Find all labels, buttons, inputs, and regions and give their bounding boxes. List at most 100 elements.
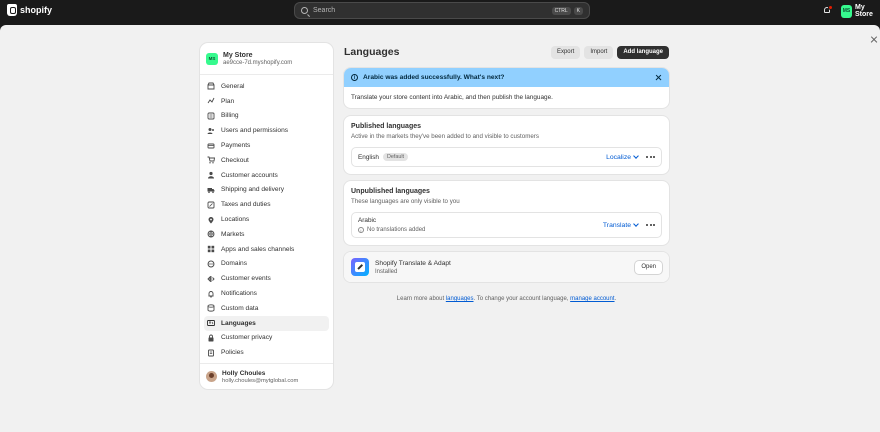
sidebar-store-avatar: MS — [206, 52, 218, 65]
plan-icon — [207, 97, 215, 105]
sidebar-item-label: Shipping and delivery — [221, 186, 285, 194]
sidebar-item-label: General — [221, 82, 245, 90]
sidebar-item-notifications[interactable]: Notifications — [204, 286, 329, 301]
more-actions-icon[interactable] — [646, 224, 655, 226]
close-settings-icon[interactable] — [869, 35, 879, 45]
localize-button[interactable]: Localize — [606, 153, 639, 161]
published-title: Published languages — [351, 123, 422, 130]
export-button[interactable]: Export — [550, 45, 581, 59]
shopify-bag-icon — [7, 4, 17, 16]
language-name: Arabic — [358, 217, 377, 224]
sidebar-user[interactable]: Holly Choules holly.choules@mytglobal.co… — [200, 363, 333, 389]
brand-name: shopify — [20, 5, 53, 15]
sidebar-item-apps-and-sales-channels[interactable]: Apps and sales channels — [204, 242, 329, 257]
shortcut-key-k: K — [573, 6, 583, 15]
sidebar-item-plan[interactable]: Plan — [204, 94, 329, 109]
info-icon: i — [351, 74, 358, 81]
globe-icon — [207, 230, 215, 238]
data-icon — [207, 304, 215, 312]
search-bar[interactable]: Search CTRL K — [294, 2, 590, 19]
default-badge: Default — [382, 153, 409, 161]
sidebar-item-label: Billing — [221, 112, 239, 120]
sidebar-item-label: Custom data — [221, 304, 259, 312]
sidebar-item-customer-accounts[interactable]: Customer accounts — [204, 168, 329, 183]
sidebar-item-checkout[interactable]: Checkout — [204, 153, 329, 168]
unpublished-languages-card: Unpublished languages These languages ar… — [344, 181, 669, 245]
language-row-english: English Default Localize — [351, 147, 662, 167]
dismiss-banner-icon[interactable] — [655, 74, 662, 81]
sidebar-item-label: Customer events — [221, 275, 271, 283]
apps-icon — [207, 245, 215, 253]
billing-icon — [207, 112, 215, 120]
sidebar-item-policies[interactable]: Policies — [204, 345, 329, 360]
sidebar-item-billing[interactable]: Billing — [204, 109, 329, 124]
shortcut-key-ctrl: CTRL — [551, 6, 571, 15]
store-name: My Store — [855, 4, 873, 18]
store-menu[interactable]: MS My Store — [841, 4, 880, 18]
translate-app-card: Shopify Translate & Adapt Installed Open — [344, 252, 669, 282]
settings-panel: MS My Store ae9cce-7d.myshopify.com Gene… — [0, 25, 880, 432]
sidebar-item-customer-events[interactable]: Customer events — [204, 271, 329, 286]
sidebar-store-header[interactable]: MS My Store ae9cce-7d.myshopify.com — [200, 43, 333, 75]
sidebar-item-label: Payments — [221, 142, 251, 150]
success-banner-card: i Arabic was added successfully. What's … — [344, 68, 669, 108]
footer-text: Learn more about — [396, 296, 446, 302]
banner-body: Translate your store content into Arabic… — [351, 94, 553, 101]
domain-icon — [207, 260, 215, 268]
sidebar-item-markets[interactable]: Markets — [204, 227, 329, 242]
sidebar-nav: General Plan Billing Users and permissions P… — [200, 75, 333, 364]
sidebar-item-users-and-permissions[interactable]: Users and permissions — [204, 123, 329, 138]
sidebar-item-customer-privacy[interactable]: Customer privacy — [204, 331, 329, 346]
sidebar-item-label: Taxes and duties — [221, 201, 271, 209]
sidebar-item-label: Users and permissions — [221, 127, 289, 135]
sidebar-item-custom-data[interactable]: Custom data — [204, 301, 329, 316]
languages-link[interactable]: languages — [446, 296, 474, 302]
add-language-button[interactable]: Add language — [617, 45, 669, 59]
sidebar-item-label: Languages — [221, 319, 256, 327]
search-placeholder: Search — [313, 7, 336, 14]
page-header: Languages Export Import Add language — [344, 43, 669, 61]
localize-label: Localize — [606, 153, 631, 161]
translation-status: i No translations added — [358, 227, 425, 233]
language-name: English — [358, 153, 379, 161]
search-shortcut: CTRL K — [549, 6, 583, 15]
store-icon — [207, 82, 215, 90]
import-button[interactable]: Import — [584, 45, 614, 59]
translate-app-icon — [351, 258, 369, 276]
cart-icon — [207, 156, 215, 164]
top-bar: shopify Search CTRL K MS My Store — [0, 0, 880, 22]
chevron-down-icon — [633, 153, 639, 159]
footer-note: Learn more about languages. To change yo… — [344, 296, 669, 302]
unpublished-title: Unpublished languages — [351, 188, 430, 195]
banner-title: Arabic was added successfully. What's ne… — [363, 74, 505, 81]
sidebar-item-label: Policies — [221, 349, 244, 357]
more-actions-icon[interactable] — [646, 156, 655, 158]
sidebar-item-shipping-and-delivery[interactable]: Shipping and delivery — [204, 183, 329, 198]
store-avatar: MS — [841, 4, 852, 18]
translate-label: Translate — [602, 221, 631, 229]
user-name: Holly Choules — [222, 369, 266, 377]
sidebar-item-domains[interactable]: Domains — [204, 257, 329, 272]
sidebar-item-locations[interactable]: Locations — [204, 212, 329, 227]
app-status: Installed — [375, 268, 398, 275]
users-icon — [207, 127, 215, 135]
published-languages-card: Published languages Active in the market… — [344, 116, 669, 174]
sidebar-item-taxes-and-duties[interactable]: Taxes and duties — [204, 197, 329, 212]
open-app-button[interactable]: Open — [635, 260, 662, 274]
sidebar-item-label: Domains — [221, 260, 248, 268]
language-icon — [207, 319, 215, 327]
notifications-bell-icon[interactable] — [823, 5, 833, 15]
manage-account-link[interactable]: manage account — [570, 296, 614, 302]
footer-text: . To change your account language, — [473, 296, 571, 302]
sidebar-item-languages[interactable]: Languages — [204, 315, 329, 331]
sidebar-item-payments[interactable]: Payments — [204, 138, 329, 153]
sidebar-item-general[interactable]: General — [204, 79, 329, 94]
sidebar-item-label: Markets — [221, 230, 245, 238]
shopify-logo[interactable]: shopify — [7, 4, 52, 16]
sidebar-item-label: Checkout — [221, 156, 249, 164]
footer-text: . — [614, 296, 617, 302]
sidebar-item-label: Notifications — [221, 290, 257, 298]
privacy-icon — [207, 334, 215, 342]
translate-button[interactable]: Translate — [602, 221, 639, 229]
location-icon — [207, 216, 215, 224]
